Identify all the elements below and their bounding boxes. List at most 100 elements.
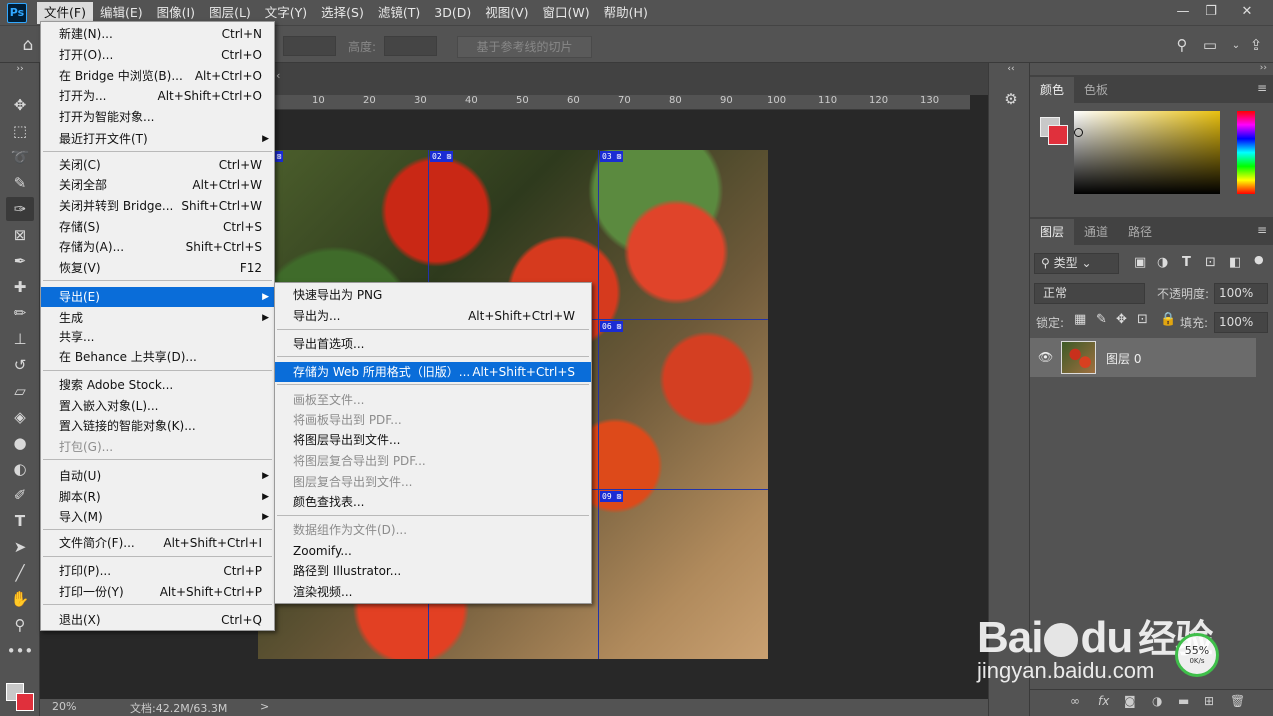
menu-filter[interactable]: 滤镜(T) <box>371 2 427 24</box>
properties-panel-icon[interactable]: ⚙ <box>997 87 1025 111</box>
menu-item-data-sets-as-files[interactable]: 数据组作为文件(D)... <box>275 520 591 540</box>
lasso-tool-icon[interactable]: ➰ <box>6 145 34 169</box>
menu-item-automate[interactable]: 自动(U) ▶ <box>41 466 274 486</box>
brush-tool-icon[interactable]: ✏ <box>6 301 34 325</box>
menu-item-artboards-to-pdf[interactable]: 将画板导出到 PDF... <box>275 410 591 430</box>
menu-item-close-all[interactable]: 关闭全部 Alt+Ctrl+W <box>41 175 274 195</box>
menu-item-artboards-to-files[interactable]: 画板至文件... <box>275 390 591 410</box>
new-group-icon[interactable]: ▬ <box>1178 694 1189 708</box>
menu-3d[interactable]: 3D(D) <box>427 2 478 24</box>
search-icon[interactable]: ⚲ <box>1168 33 1196 57</box>
slice-tag[interactable]: 09 ⊠ <box>600 491 624 502</box>
height-field[interactable] <box>384 36 437 56</box>
fill-input[interactable]: 100% <box>1214 312 1268 333</box>
menu-item-export-preferences[interactable]: 导出首选项... <box>275 334 591 354</box>
lock-pixels-icon[interactable]: ✎ <box>1096 312 1107 327</box>
tab-scroll-left-icon[interactable]: ‹ <box>276 69 280 82</box>
menu-item-package[interactable]: 打包(G)... <box>41 437 274 457</box>
status-menu-arrow[interactable]: > <box>260 700 269 713</box>
tab-paths[interactable]: 路径 <box>1118 219 1162 245</box>
menu-item-layers-to-files[interactable]: 将图层导出到文件... <box>275 430 591 450</box>
zoom-tool-icon[interactable]: ⚲ <box>6 613 34 637</box>
menu-item-import[interactable]: 导入(M) ▶ <box>41 507 274 527</box>
quick-select-tool-icon[interactable]: ✎ <box>6 171 34 195</box>
menu-item-layer-comps-to-files[interactable]: 图层复合导出到文件... <box>275 472 591 492</box>
layer-row[interactable]: 👁 图层 0 <box>1030 338 1256 377</box>
filter-shape-icon[interactable]: ⊡ <box>1205 255 1216 270</box>
color-picker-cursor[interactable] <box>1074 128 1083 137</box>
layer-filter-select[interactable]: ⚲ 类型 ⌄ <box>1034 253 1119 274</box>
menu-item-close-bridge[interactable]: 关闭并转到 Bridge... Shift+Ctrl+W <box>41 196 274 216</box>
background-color-swatch[interactable] <box>1048 125 1068 145</box>
collapse-icon[interactable]: ›› <box>6 63 34 75</box>
share-icon[interactable]: ⇪ <box>1242 33 1270 57</box>
line-tool-icon[interactable]: ╱ <box>6 561 34 585</box>
trash-icon[interactable]: 🗑 <box>1230 694 1245 708</box>
slices-from-guides-button[interactable]: 基于参考线的切片 <box>457 36 592 58</box>
link-layers-icon[interactable]: ∞ <box>1070 694 1080 708</box>
new-layer-icon[interactable]: ⊞ <box>1204 694 1214 708</box>
filter-smart-object-icon[interactable]: ◧ <box>1229 255 1241 270</box>
tab-layers[interactable]: 图层 <box>1030 219 1075 245</box>
workspace-icon[interactable]: ▭ <box>1196 33 1224 57</box>
tab-swatches[interactable]: 色板 <box>1074 77 1118 103</box>
width-field[interactable] <box>283 36 336 56</box>
menu-item-search-stock[interactable]: 搜索 Adobe Stock... <box>41 375 274 395</box>
menu-item-save-as[interactable]: 存储为(A)... Shift+Ctrl+S <box>41 237 274 257</box>
filter-pixel-icon[interactable]: ▣ <box>1134 255 1146 270</box>
slice-tag[interactable]: 03 ⊠ <box>600 151 624 162</box>
lock-transparency-icon[interactable]: ▦ <box>1074 312 1086 327</box>
hand-tool-icon[interactable]: ✋ <box>6 587 34 611</box>
slice-tag[interactable]: 06 ⊠ <box>600 321 624 332</box>
menu-item-revert[interactable]: 恢复(V) F12 <box>41 258 274 278</box>
menu-item-browse-bridge[interactable]: 在 Bridge 中浏览(B)... Alt+Ctrl+O <box>41 66 274 86</box>
adjustment-layer-icon[interactable]: ◑ <box>1152 694 1162 708</box>
tab-channels[interactable]: 通道 <box>1074 219 1118 245</box>
menu-item-zoomify[interactable]: Zoomify... <box>275 541 591 561</box>
collapse-icon[interactable]: ›› <box>1260 63 1267 73</box>
panel-menu-icon[interactable]: ≡ <box>1257 81 1267 95</box>
menu-item-quick-export-png[interactable]: 快速导出为 PNG <box>275 285 591 305</box>
pen-tool-icon[interactable]: ✐ <box>6 483 34 507</box>
eyedropper-tool-icon[interactable]: ✒ <box>6 249 34 273</box>
layer-name[interactable]: 图层 0 <box>1106 350 1141 367</box>
eraser-tool-icon[interactable]: ▱ <box>6 379 34 403</box>
menu-item-new[interactable]: 新建(N)... Ctrl+N <box>41 24 274 44</box>
stamp-tool-icon[interactable]: ⊥ <box>6 327 34 351</box>
menu-item-save-for-web[interactable]: 存储为 Web 所用格式（旧版）... Alt+Shift+Ctrl+S <box>275 362 591 382</box>
menu-item-generate[interactable]: 生成 ▶ <box>41 308 274 328</box>
menu-item-export[interactable]: 导出(E) ▶ <box>41 287 274 307</box>
add-mask-icon[interactable]: ◙ <box>1124 694 1136 708</box>
blur-tool-icon[interactable]: ● <box>6 431 34 455</box>
close-icon[interactable]: ✕ <box>1230 0 1264 22</box>
menu-item-open[interactable]: 打开(O)... Ctrl+O <box>41 45 274 65</box>
home-icon[interactable]: ⌂ <box>14 33 42 57</box>
type-tool-icon[interactable]: T <box>6 509 34 533</box>
slice-tag[interactable]: 02 ⊠ <box>430 151 454 162</box>
move-tool-icon[interactable]: ✥ <box>6 93 34 117</box>
background-color-swatch[interactable] <box>16 693 34 711</box>
menu-item-color-lookup-tables[interactable]: 颜色查找表... <box>275 492 591 512</box>
dodge-tool-icon[interactable]: ◐ <box>6 457 34 481</box>
menu-help[interactable]: 帮助(H) <box>597 2 655 24</box>
menu-item-exit[interactable]: 退出(X) Ctrl+Q <box>41 610 274 630</box>
menu-item-recent[interactable]: 最近打开文件(T) ▶ <box>41 129 274 149</box>
marquee-tool-icon[interactable]: ⬚ <box>6 119 34 143</box>
hue-slider[interactable] <box>1237 111 1255 194</box>
eye-icon[interactable]: 👁 <box>1038 350 1053 364</box>
menu-select[interactable]: 选择(S) <box>314 2 371 24</box>
menu-window[interactable]: 窗口(W) <box>536 2 597 24</box>
path-select-tool-icon[interactable]: ➤ <box>6 535 34 559</box>
opacity-input[interactable]: 100% <box>1214 283 1268 304</box>
filter-toggle-icon[interactable]: ● <box>1254 253 1264 266</box>
filter-adjustment-icon[interactable]: ◑ <box>1157 255 1168 270</box>
menu-item-paths-to-illustrator[interactable]: 路径到 Illustrator... <box>275 561 591 581</box>
menu-item-file-info[interactable]: 文件简介(F)... Alt+Shift+Ctrl+I <box>41 533 274 553</box>
menu-item-save[interactable]: 存储(S) Ctrl+S <box>41 217 274 237</box>
history-brush-tool-icon[interactable]: ↺ <box>6 353 34 377</box>
color-field[interactable] <box>1074 111 1220 194</box>
menu-item-open-as[interactable]: 打开为... Alt+Shift+Ctrl+O <box>41 86 274 106</box>
menu-item-render-video[interactable]: 渲染视频... <box>275 582 591 602</box>
menu-item-place-linked[interactable]: 置入链接的智能对象(K)... <box>41 416 274 436</box>
panel-menu-icon[interactable]: ≡ <box>1257 223 1267 237</box>
